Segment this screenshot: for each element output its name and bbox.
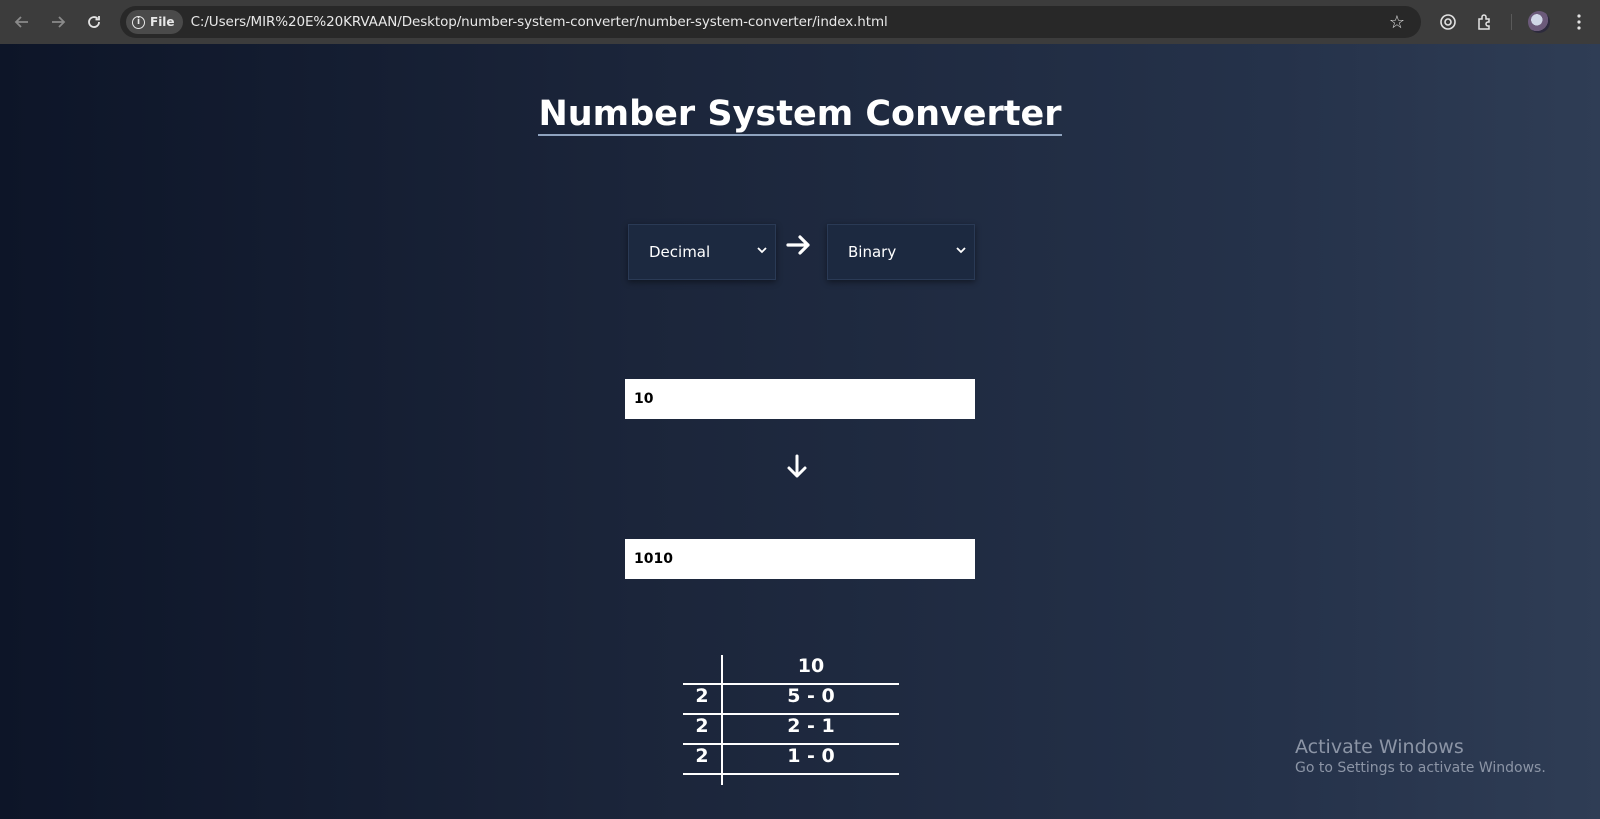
output-number-field[interactable]: 1010 (625, 539, 975, 579)
file-chip-label: File (150, 15, 175, 29)
watermark-title: Activate Windows (1295, 736, 1464, 758)
activation-watermark: Activate Windows Go to Settings to activ… (1295, 736, 1546, 776)
kebab-menu-icon[interactable] (1568, 11, 1590, 33)
url-text[interactable]: C:/Users/MIR%20E%20KRVAAN/Desktop/number… (191, 14, 888, 30)
to-base-value: Binary (848, 243, 897, 261)
lens-icon[interactable] (1437, 11, 1459, 33)
table-divisor: 2 (695, 715, 709, 737)
forward-button[interactable] (44, 8, 72, 36)
page-title: Number System Converter (538, 94, 1062, 136)
input-number-field[interactable]: 10 (625, 379, 975, 419)
reload-button[interactable] (80, 8, 108, 36)
table-value: 1 - 0 (787, 745, 835, 767)
table-divisor: 2 (695, 745, 709, 767)
arrow-left-icon (14, 16, 28, 28)
table-divisor: 2 (695, 685, 709, 707)
from-base-select[interactable]: Decimal (628, 224, 776, 280)
chevron-down-icon (956, 244, 966, 257)
puzzle-icon[interactable] (1474, 11, 1496, 33)
page-content: Number System Converter Decimal Binary 1… (0, 44, 1600, 819)
table-value: 2 - 1 (787, 715, 835, 737)
profile-avatar[interactable] (1528, 11, 1550, 33)
info-icon: i (132, 15, 145, 29)
browser-toolbar: i File C:/Users/MIR%20E%20KRVAAN/Desktop… (0, 0, 1600, 44)
table-value: 5 - 0 (787, 685, 835, 707)
arrow-right-icon (52, 16, 66, 28)
table-row: 2 5 - 0 (683, 685, 899, 715)
reload-icon (88, 16, 100, 28)
table-row: 2 1 - 0 (683, 745, 899, 775)
star-icon[interactable]: ☆ (1389, 12, 1405, 33)
watermark-subtitle: Go to Settings to activate Windows. (1295, 760, 1546, 776)
to-base-select[interactable]: Binary (827, 224, 975, 280)
from-base-value: Decimal (649, 243, 711, 261)
table-header-row: 10 (683, 655, 899, 685)
arrow-down-icon (786, 454, 808, 487)
address-bar[interactable]: i File C:/Users/MIR%20E%20KRVAAN/Desktop… (120, 6, 1421, 38)
site-info-chip[interactable]: i File (126, 10, 183, 34)
toolbar-separator (1511, 14, 1512, 30)
table-header-value: 10 (797, 655, 825, 677)
arrow-right-icon (786, 232, 812, 265)
table-row: 2 2 - 1 (683, 715, 899, 745)
chevron-down-icon (757, 244, 767, 257)
back-button[interactable] (8, 8, 36, 36)
